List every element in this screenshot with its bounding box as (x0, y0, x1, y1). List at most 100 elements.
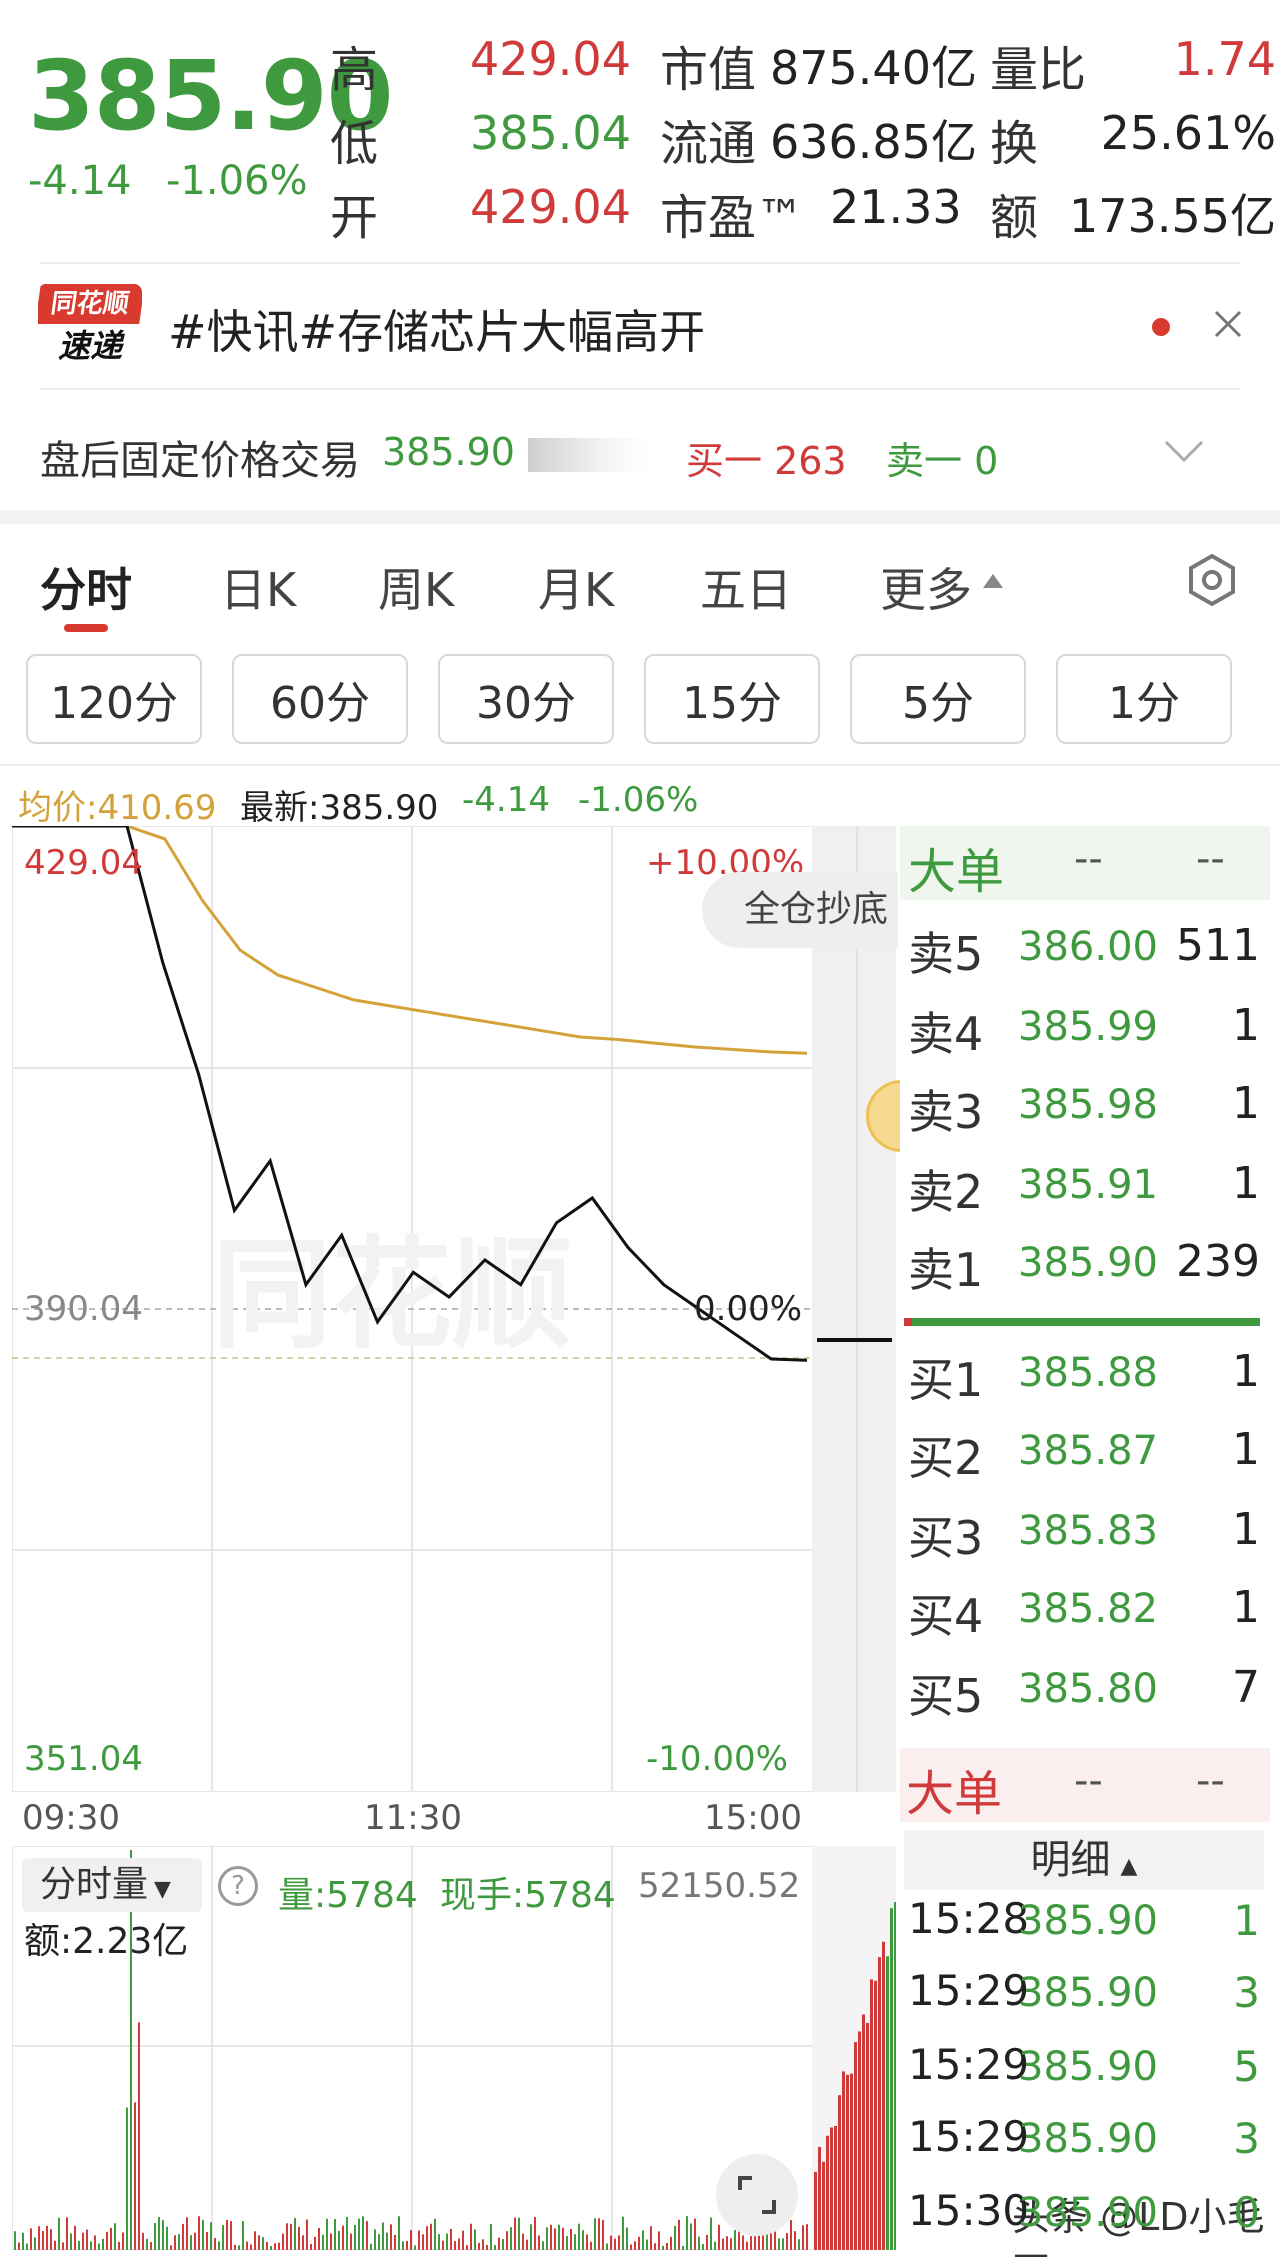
tab-weekly-k[interactable]: 周K (378, 554, 454, 620)
news-headline[interactable]: #快讯#存储芯片大幅高开 (168, 296, 705, 362)
volume-bar (618, 2235, 620, 2250)
tick-row: 15:29 385.90 3 (906, 2106, 1266, 2172)
help-icon[interactable]: ? (218, 1866, 258, 1906)
volume-bar (730, 2238, 732, 2250)
bid-row[interactable]: 买3 385.83 1 (904, 1494, 1264, 1566)
volume-bar (526, 2239, 528, 2250)
volume-bar (602, 2220, 604, 2250)
chevron-down-icon[interactable] (1162, 436, 1206, 466)
volume-bar (686, 2216, 688, 2250)
volume-bar (714, 2241, 716, 2250)
volume-bar (826, 2135, 829, 2250)
volume-bar (298, 2226, 300, 2250)
bid-level-label: 买3 (908, 1511, 984, 1565)
fullscreen-icon[interactable] (716, 2154, 798, 2236)
volume-bar (606, 2243, 608, 2250)
volume-bar (886, 1956, 889, 2250)
volume-bar (342, 2225, 344, 2250)
volume-bar (866, 2022, 869, 2250)
volume-bar (46, 2225, 48, 2250)
bid-row[interactable]: 买2 385.87 1 (904, 1414, 1264, 1486)
volume-bar (266, 2241, 268, 2250)
volume-bar (358, 2218, 360, 2250)
volume-bar (426, 2226, 428, 2250)
volume-bar (434, 2218, 436, 2250)
volume-bar (634, 2241, 636, 2250)
tab-monthly-k[interactable]: 月K (538, 554, 614, 620)
tick-qty: 3 (1233, 1968, 1260, 2017)
volume-bar (78, 2240, 80, 2250)
bid-row[interactable]: 买1 385.88 1 (904, 1336, 1264, 1408)
tab-intraday-indicator (64, 624, 108, 632)
bid-row[interactable]: 买5 385.80 7 (904, 1652, 1264, 1724)
volume-bar (366, 2221, 368, 2250)
volume-bar (830, 2127, 833, 2250)
tick-qty: 3 (1233, 2114, 1260, 2163)
ask-row[interactable]: 卖1 385.90 239 (904, 1226, 1264, 1298)
interval-5m[interactable]: 5分 (850, 654, 1026, 744)
tab-intraday[interactable]: 分时 (40, 554, 132, 620)
volume-bar (702, 2244, 704, 2250)
volume-bar (238, 2245, 240, 2250)
volume-bar (890, 1908, 893, 2250)
interval-60m[interactable]: 60分 (232, 654, 408, 744)
volume-bar (274, 2243, 276, 2250)
volume-bar (310, 2243, 312, 2250)
volume-bar (62, 2242, 64, 2250)
interval-15m[interactable]: 15分 (644, 654, 820, 744)
amount-label: 额 (990, 190, 1039, 246)
volume-bar (198, 2216, 200, 2250)
volume-bar (34, 2237, 36, 2250)
after-hours-ask: 卖一 0 (886, 439, 999, 483)
volume-bar (38, 2226, 40, 2250)
ask-row[interactable]: 卖3 385.98 1 (904, 1068, 1264, 1140)
volume-bar (170, 2245, 172, 2250)
time-label-mid: 11:30 (364, 1798, 462, 1838)
volume-bar (374, 2229, 376, 2250)
volume-bar (250, 2244, 252, 2250)
volume-bar (722, 2238, 724, 2250)
volume-bar (802, 2225, 804, 2250)
settings-hexagon-icon[interactable] (1184, 552, 1240, 608)
volume-bar (318, 2227, 320, 2250)
tick-price: 385.90 (1018, 2044, 1158, 2090)
interval-30m[interactable]: 30分 (438, 654, 614, 744)
volume-bar (674, 2225, 676, 2250)
intraday-chart[interactable]: 同花顺 429.04 +10.00% 390.04 0.00% 351.04 -… (11, 824, 896, 1793)
volume-bar (514, 2217, 516, 2250)
tab-daily-k[interactable]: 日K (220, 554, 296, 620)
high-value: 429.04 (470, 32, 631, 86)
volume-bar (110, 2227, 112, 2250)
volume-bar (442, 2240, 444, 2250)
tab-five-day[interactable]: 五日 (700, 554, 792, 620)
close-icon[interactable] (1208, 304, 1248, 344)
bid-price: 385.80 (1018, 1666, 1158, 1712)
volume-bar (382, 2222, 384, 2250)
tab-more[interactable]: 更多 (880, 554, 972, 620)
ask-row[interactable]: 卖4 385.99 1 (904, 990, 1264, 1062)
interval-1m[interactable]: 1分 (1056, 654, 1232, 744)
volume-bar (874, 1980, 877, 2250)
float-cap-label: 流通 (660, 116, 757, 172)
time-label-close: 15:00 (704, 1798, 802, 1838)
ask-row[interactable]: 卖5 386.00 511 (904, 910, 1264, 982)
volume-bar (818, 2146, 821, 2250)
volume-bar (378, 2234, 380, 2250)
tick-qty: 0 (1233, 2188, 1260, 2237)
volume-selector[interactable]: 分时量 ▼ (22, 1858, 202, 1912)
volume-bar (522, 2233, 524, 2250)
big-order-val1-top: -- (1074, 836, 1103, 882)
ask-row[interactable]: 卖2 385.91 1 (904, 1148, 1264, 1220)
volume-bar (646, 2239, 648, 2250)
volume-bar (566, 2235, 568, 2250)
interval-120m[interactable]: 120分 (26, 654, 202, 744)
news-unread-dot (1152, 318, 1170, 336)
volume-bar (462, 2230, 464, 2250)
detail-tab[interactable]: 明细 ▲ (904, 1830, 1264, 1890)
promo-bubble[interactable]: 全仓抄底 (702, 872, 898, 948)
tick-price: 385.90 (1018, 2190, 1158, 2236)
bid-row[interactable]: 买4 385.82 1 (904, 1572, 1264, 1644)
volume-bar (454, 2241, 456, 2250)
volume-bar (570, 2228, 572, 2250)
volume-bar (590, 2241, 592, 2250)
